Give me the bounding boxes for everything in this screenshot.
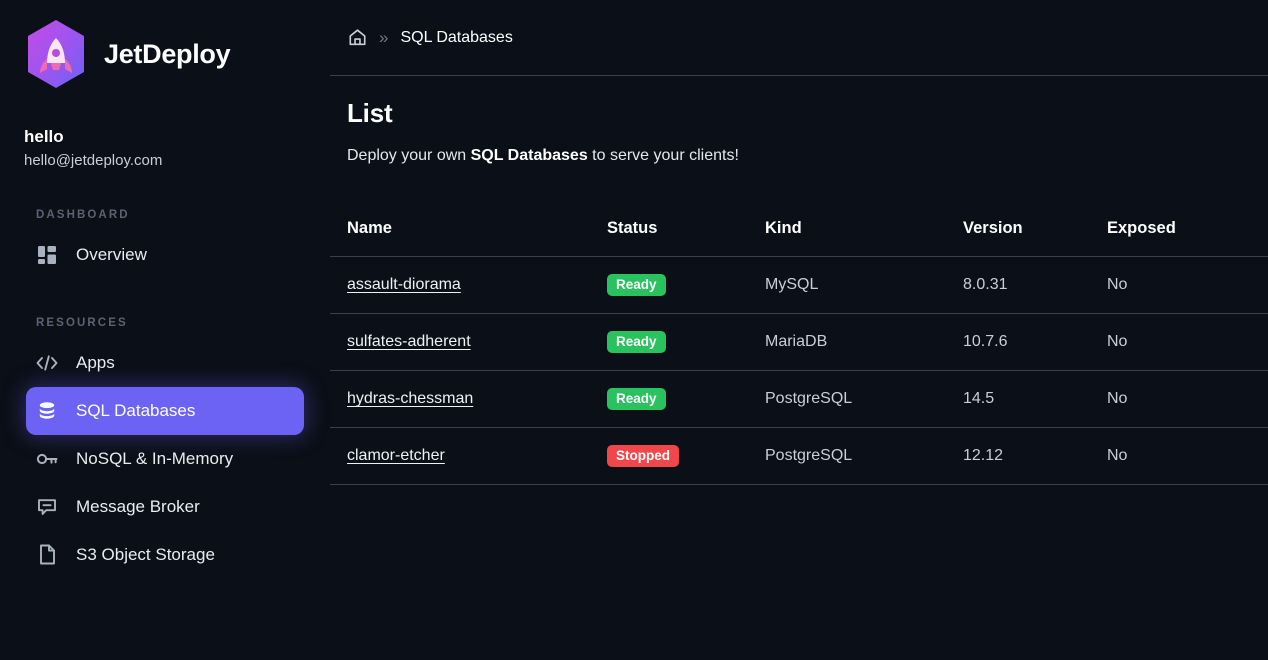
home-icon[interactable]: [347, 28, 367, 48]
sidebar-item-s3-object-storage[interactable]: S3 Object Storage: [26, 531, 304, 579]
page-header: List Deploy your own SQL Databases to se…: [330, 76, 1268, 165]
table-row: hydras-chessman Ready PostgreSQL 14.5 No: [330, 370, 1268, 428]
status-badge: Ready: [607, 387, 666, 411]
key-icon: [36, 448, 58, 470]
status-badge: Ready: [607, 330, 666, 354]
sidebar-item-label: Apps: [76, 352, 115, 372]
databases-table: Name Status Kind Version Exposed assault…: [330, 219, 1268, 485]
nav-section-label-dashboard: DASHBOARD: [36, 208, 130, 221]
account-name: hello: [24, 127, 64, 146]
cell-kind: PostgreSQL: [765, 427, 963, 485]
sidebar-item-nosql-in-memory[interactable]: NoSQL & In-Memory: [26, 435, 304, 483]
databases-table-wrapper: Name Status Kind Version Exposed assault…: [330, 219, 1268, 485]
cell-version: 12.12: [963, 427, 1107, 485]
page-description-suffix: to serve your clients!: [587, 147, 739, 164]
cell-status: Ready: [607, 256, 765, 314]
cell-kind: PostgreSQL: [765, 370, 963, 428]
database-link[interactable]: assault-diorama: [347, 276, 461, 293]
cell-version: 14.5: [963, 370, 1107, 428]
cell-version: 8.0.31: [963, 256, 1107, 314]
sidebar-item-message-broker[interactable]: Message Broker: [26, 483, 304, 531]
grid-icon: [36, 244, 58, 266]
status-badge: Stopped: [607, 444, 679, 468]
table-body: assault-diorama Ready MySQL 8.0.31 No su…: [330, 256, 1268, 485]
brand[interactable]: JetDeploy: [0, 0, 330, 90]
cell-name: assault-diorama: [330, 256, 607, 314]
cell-exposed: No: [1107, 313, 1268, 371]
sidebar-item-apps[interactable]: Apps: [26, 339, 304, 387]
cell-kind: MySQL: [765, 256, 963, 314]
account-info: hello hello@jetdeploy.com: [0, 90, 330, 173]
brand-name: JetDeploy: [104, 38, 231, 69]
table-row: assault-diorama Ready MySQL 8.0.31 No: [330, 256, 1268, 314]
breadcrumb-current: SQL Databases: [400, 28, 513, 46]
app-root: JetDeploy hello hello@jetdeploy.com DASH…: [0, 0, 1268, 660]
page-title: List: [347, 98, 393, 128]
cell-exposed: No: [1107, 370, 1268, 428]
sidebar: JetDeploy hello hello@jetdeploy.com DASH…: [0, 0, 330, 660]
cell-status: Ready: [607, 313, 765, 371]
code-brackets-icon: [36, 352, 58, 374]
account-email: hello@jetdeploy.com: [24, 151, 163, 169]
table-header-row: Name Status Kind Version Exposed: [330, 219, 1268, 257]
column-header-kind[interactable]: Kind: [765, 219, 963, 257]
cell-name: hydras-chessman: [330, 370, 607, 428]
table-head: Name Status Kind Version Exposed: [330, 219, 1268, 257]
cell-exposed: No: [1107, 427, 1268, 485]
cell-kind: MariaDB: [765, 313, 963, 371]
sidebar-item-label: Overview: [76, 244, 147, 264]
cell-status: Ready: [607, 370, 765, 428]
cell-status: Stopped: [607, 427, 765, 485]
column-header-name[interactable]: Name: [330, 219, 607, 257]
sidebar-item-label: NoSQL & In-Memory: [76, 448, 234, 468]
file-icon: [36, 544, 58, 566]
hexagon-rocket-logo-icon: [24, 18, 88, 90]
page-description-prefix: Deploy your own: [347, 147, 471, 164]
database-link[interactable]: hydras-chessman: [347, 390, 473, 407]
sidebar-item-label: S3 Object Storage: [76, 544, 215, 564]
sidebar-nav: DASHBOARD Overview RESOURCES Apps SQL Da…: [0, 173, 330, 579]
breadcrumb-separator: »: [379, 28, 389, 47]
column-header-version[interactable]: Version: [963, 219, 1107, 257]
sidebar-item-overview[interactable]: Overview: [26, 231, 304, 279]
cell-name: clamor-etcher: [330, 427, 607, 485]
column-header-exposed[interactable]: Exposed: [1107, 219, 1268, 257]
status-badge: Ready: [607, 273, 666, 297]
database-link[interactable]: clamor-etcher: [347, 447, 445, 464]
database-icon: [36, 400, 58, 422]
cell-exposed: No: [1107, 256, 1268, 314]
cell-version: 10.7.6: [963, 313, 1107, 371]
page-description: Deploy your own SQL Databases to serve y…: [347, 147, 1268, 165]
table-row: sulfates-adherent Ready MariaDB 10.7.6 N…: [330, 313, 1268, 371]
column-header-status[interactable]: Status: [607, 219, 765, 257]
breadcrumb: » SQL Databases: [330, 0, 1268, 76]
nav-section-label-resources: RESOURCES: [36, 316, 128, 329]
sidebar-item-sql-databases[interactable]: SQL Databases: [26, 386, 304, 435]
table-row: clamor-etcher Stopped PostgreSQL 12.12 N…: [330, 427, 1268, 485]
message-bubble-icon: [36, 496, 58, 518]
database-link[interactable]: sulfates-adherent: [347, 333, 471, 350]
cell-name: sulfates-adherent: [330, 313, 607, 371]
page-description-strong: SQL Databases: [470, 147, 588, 164]
main-content: » SQL Databases List Deploy your own SQL…: [330, 0, 1268, 660]
sidebar-item-label: SQL Databases: [76, 400, 196, 420]
sidebar-item-label: Message Broker: [76, 496, 200, 516]
